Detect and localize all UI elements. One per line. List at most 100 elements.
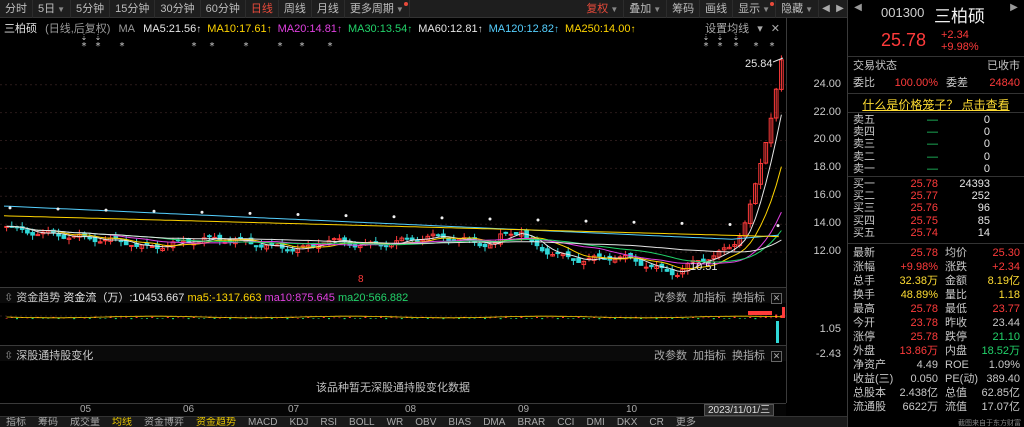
flow-bar bbox=[302, 318, 304, 319]
indicator-tab[interactable]: CCI bbox=[551, 417, 580, 427]
indicator-tab[interactable]: 更多 bbox=[670, 417, 702, 427]
toolbar-items-6[interactable]: 日线 bbox=[246, 0, 279, 18]
toolbar-right_items-5[interactable]: 隐藏 ▼ bbox=[776, 0, 819, 18]
indicator-tab[interactable]: OBV bbox=[409, 417, 442, 427]
flow-header: ⇳ 资金趋势 资金流（万）:10453.667 ma5:-1317.663 ma… bbox=[0, 287, 786, 304]
nav-left-icon[interactable]: ◀ bbox=[819, 0, 833, 18]
toolbar-items-7[interactable]: 周线 bbox=[279, 0, 312, 18]
bid-row[interactable]: 买二 25.77 252 bbox=[848, 190, 1024, 202]
price-cage-link[interactable]: 什么是价格笼子？ 点击查看 bbox=[848, 96, 1024, 113]
last-price: 25.78 bbox=[881, 30, 927, 50]
indicator-tab[interactable]: BIAS bbox=[442, 417, 477, 427]
event-dot bbox=[152, 209, 156, 213]
stat-value: 0.050 bbox=[910, 373, 938, 385]
indicator-tab[interactable]: BOLL bbox=[343, 417, 381, 427]
flow-bar bbox=[140, 318, 143, 319]
bid-row[interactable]: 买四 25.75 85 bbox=[848, 215, 1024, 227]
flow-bar bbox=[338, 317, 341, 319]
flow-bar bbox=[598, 318, 601, 320]
flow-chart-panel[interactable] bbox=[0, 303, 786, 345]
ma-line bbox=[6, 225, 782, 263]
stat-row: 今开 23.78 昨收 23.44 bbox=[848, 316, 1024, 330]
time-axis[interactable]: 2023/11/01/三 05 06 07 08 09 10 bbox=[0, 403, 786, 416]
toolbar-right_items-1[interactable]: 叠加 ▼ bbox=[624, 0, 668, 18]
flow-bar bbox=[359, 318, 362, 319]
indicator-tab[interactable]: MACD bbox=[242, 417, 283, 427]
toolbar-right_items-0[interactable]: 复权 ▼ bbox=[581, 0, 625, 18]
stat-value: +9.98% bbox=[900, 261, 938, 273]
indicator-tab[interactable]: KDJ bbox=[283, 417, 314, 427]
toolbar-right_items-3[interactable]: 画线 bbox=[700, 0, 734, 18]
flow-bar bbox=[520, 316, 523, 318]
time-tick-label: 05 bbox=[80, 404, 92, 415]
ask-row[interactable]: 卖三 — 0 bbox=[848, 138, 1024, 150]
indicator-tab[interactable]: RSI bbox=[314, 417, 343, 427]
event-marker: * bbox=[300, 41, 305, 52]
kline-chart-panel[interactable]: 三柏硕 (日线,后复权) MA MA5:21.56↑ MA10:17.61↑ MA2… bbox=[0, 18, 786, 286]
bid-row[interactable]: 买三 25.76 96 bbox=[848, 202, 1024, 214]
toolbar-items-3[interactable]: 15分钟 bbox=[110, 0, 156, 18]
indicator-tab[interactable]: 资金趋势 bbox=[190, 417, 242, 427]
flow-bar bbox=[754, 318, 757, 320]
indicator-tab[interactable]: DMI bbox=[580, 417, 610, 427]
ask-row[interactable]: 卖二 — 0 bbox=[848, 151, 1024, 163]
flow-bar bbox=[782, 307, 785, 318]
stat-value: 25.78 bbox=[910, 247, 938, 259]
indicator-tab[interactable]: 成交量 bbox=[64, 417, 106, 427]
toolbar-label: 隐藏 bbox=[781, 2, 804, 15]
event-marker: * bbox=[210, 41, 215, 52]
flow-bar bbox=[572, 318, 575, 319]
toolbar-items-1[interactable]: 5日 ▼ bbox=[33, 0, 72, 18]
flow-bar bbox=[530, 318, 533, 319]
flow-bar bbox=[395, 317, 398, 319]
indicator-tab[interactable]: DKX bbox=[611, 417, 644, 427]
event-dot bbox=[248, 211, 252, 215]
toolbar-right_items-2[interactable]: 筹码 bbox=[667, 0, 701, 18]
price-tick-label: 20.00 bbox=[813, 133, 841, 146]
flow-bar bbox=[328, 318, 330, 320]
price-tick-label: 18.00 bbox=[813, 161, 841, 174]
candle-body bbox=[435, 234, 441, 237]
toolbar-items-5[interactable]: 60分钟 bbox=[201, 0, 246, 18]
toolbar-items-2[interactable]: 5分钟 bbox=[71, 0, 111, 18]
flow-bar bbox=[5, 318, 8, 319]
ask-row[interactable]: 卖四 — 0 bbox=[848, 126, 1024, 138]
stat-row: 最新 25.78 均价 25.30 bbox=[848, 246, 1024, 260]
flow-bar bbox=[655, 318, 658, 320]
ask-row[interactable]: 卖五 — 0 bbox=[848, 114, 1024, 126]
toolbar-items-9[interactable]: 更多周期 ▼ bbox=[345, 0, 410, 18]
toolbar-items-4[interactable]: 30分钟 bbox=[155, 0, 201, 18]
indicator-tab[interactable]: 均线 bbox=[106, 417, 138, 427]
toolbar-items-0[interactable]: 分时 bbox=[0, 0, 33, 18]
indicator-tab[interactable]: 筹码 bbox=[32, 417, 64, 427]
nav-right-icon[interactable]: ▶ bbox=[833, 0, 847, 18]
toolbar-right_items-4[interactable]: 显示 ▼ bbox=[733, 0, 777, 18]
change-abs: +2.34 bbox=[941, 29, 969, 41]
divider bbox=[848, 176, 1024, 177]
indicator-tab[interactable]: 指标 bbox=[0, 417, 32, 427]
prev-stock-icon[interactable]: ◀ bbox=[852, 2, 864, 14]
quote-panel: ◀ 001300 三柏硕 ▶ 25.78 +2.34 +9.98% 交易状态 已… bbox=[847, 0, 1024, 427]
stat-label: 总股本 bbox=[853, 387, 886, 399]
next-stock-icon[interactable]: ▶ bbox=[1008, 2, 1020, 14]
indicator-tab[interactable]: 资金博弈 bbox=[138, 417, 190, 427]
indicator-tab[interactable]: BRAR bbox=[511, 417, 551, 427]
flow-bar bbox=[177, 317, 180, 319]
indicator-tab[interactable]: CR bbox=[643, 417, 669, 427]
flow-bar bbox=[166, 317, 169, 318]
stat-value: 4.49 bbox=[916, 359, 938, 371]
stat-value: 389.40 bbox=[986, 373, 1020, 385]
indicator-tab[interactable]: WR bbox=[381, 417, 410, 427]
stat-label: 均价 bbox=[945, 247, 967, 259]
bid-row[interactable]: 买五 25.74 14 bbox=[848, 227, 1024, 239]
indicator-tab[interactable]: DMA bbox=[477, 417, 511, 427]
event-dot bbox=[200, 210, 204, 214]
stat-value: 25.78 bbox=[910, 303, 938, 315]
ask-row[interactable]: 卖一 — 0 bbox=[848, 163, 1024, 175]
candle-body bbox=[25, 229, 30, 234]
event-dot bbox=[632, 220, 636, 224]
toolbar-items-8[interactable]: 月线 bbox=[312, 0, 345, 18]
bid-row[interactable]: 买一 25.78 24393 bbox=[848, 178, 1024, 190]
time-tick-label: 06 bbox=[183, 404, 195, 415]
stat-value: 25.30 bbox=[992, 247, 1020, 259]
